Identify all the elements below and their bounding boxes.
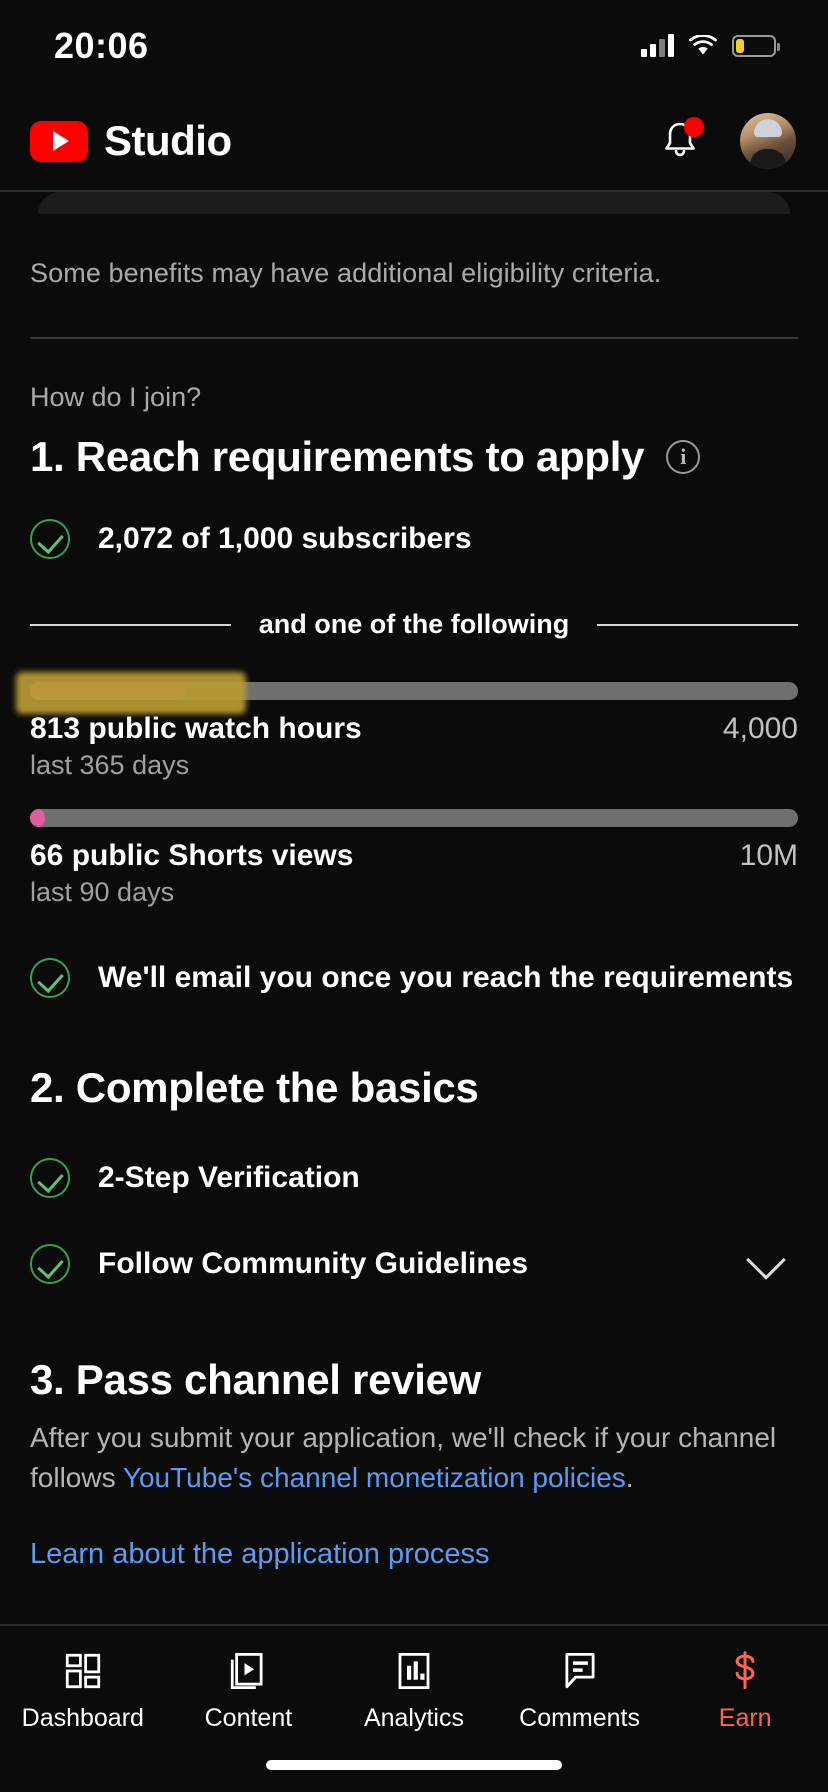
basics-item-2-step-verification[interactable]: 2-Step Verification: [30, 1158, 798, 1198]
basics-item-community-guidelines[interactable]: Follow Community Guidelines: [30, 1240, 798, 1284]
tab-label: Content: [204, 1704, 293, 1732]
avatar[interactable]: [740, 113, 796, 169]
metric-name: 813 public watch hours: [30, 712, 362, 745]
step2-title: 2. Complete the basics: [30, 1064, 479, 1111]
email-notice-row: We'll email you once you reach the requi…: [30, 958, 798, 998]
tab-dashboard[interactable]: Dashboard: [0, 1650, 166, 1733]
bell-icon[interactable]: [660, 117, 704, 163]
dashboard-grid-icon: [65, 1653, 100, 1689]
scrolled-card-edge: [38, 192, 790, 214]
battery-low-icon: [732, 35, 780, 57]
step3-title-row: 3. Pass channel review: [30, 1356, 798, 1404]
tab-content[interactable]: Content: [166, 1650, 332, 1733]
cellular-signal-icon: [641, 34, 674, 57]
benefits-note: Some benefits may have additional eligib…: [30, 258, 662, 288]
step3-description-after: .: [625, 1461, 634, 1493]
subscriber-requirement-row: 2,072 of 1,000 subscribers: [30, 519, 798, 559]
chevron-down-icon[interactable]: [746, 1240, 786, 1280]
tab-earn[interactable]: Earn: [662, 1650, 828, 1733]
one-of-following-divider: and one of the following: [30, 609, 798, 640]
tab-label: Analytics: [363, 1704, 464, 1732]
step1-title-row: 1. Reach requirements to apply i: [30, 433, 798, 481]
notification-badge: [684, 117, 704, 137]
basics-item-label: 2-Step Verification: [98, 1161, 360, 1194]
status-indicators: [641, 34, 780, 57]
progress-fill: [30, 809, 46, 827]
learn-application-process-link[interactable]: Learn about the application process: [30, 1538, 489, 1571]
metric-shorts-views-labels: 66 public Shorts views 10M: [30, 839, 798, 873]
step3-description: After you submit your application, we'll…: [30, 1418, 798, 1498]
status-time: 20:06: [54, 25, 149, 66]
bar-chart-icon: [398, 1652, 430, 1690]
check-circle-icon: [30, 1244, 70, 1284]
studio-brand[interactable]: Studio: [30, 117, 232, 165]
metric-period: last 365 days: [30, 750, 190, 780]
step1-title: 1. Reach requirements to apply: [30, 433, 645, 480]
highlighter-redaction-mark: [16, 672, 246, 714]
how-do-i-join-label: How do I join?: [30, 382, 202, 412]
tab-label: Earn: [718, 1704, 772, 1732]
metric-watch-hours-labels: 813 public watch hours 4,000: [30, 712, 798, 746]
subscriber-requirement-text: 2,072 of 1,000 subscribers: [98, 522, 472, 555]
basics-item-label: Follow Community Guidelines: [98, 1247, 529, 1280]
tab-label: Dashboard: [21, 1704, 144, 1732]
metric-goal: 4,000: [722, 712, 798, 745]
main-content: Some benefits may have additional eligib…: [0, 214, 828, 1571]
status-bar: 20:06: [0, 0, 828, 92]
metric-goal: 10M: [739, 839, 798, 872]
comment-bubble-icon: [565, 1652, 595, 1689]
progress-bar-shorts-views: [30, 809, 798, 827]
divider-line-left: [30, 623, 231, 626]
check-circle-icon: [30, 519, 70, 559]
app-title: Studio: [104, 117, 232, 164]
monetization-policies-link[interactable]: YouTube's channel monetization policies: [123, 1462, 626, 1493]
email-notice-text: We'll email you once you reach the requi…: [98, 961, 794, 994]
info-icon[interactable]: i: [666, 440, 701, 474]
step2-title-row: 2. Complete the basics: [30, 1064, 798, 1112]
step3-title: 3. Pass channel review: [30, 1356, 481, 1403]
app-header: Studio: [0, 92, 828, 190]
dollar-sign-icon: [735, 1651, 755, 1690]
metric-name: 66 public Shorts views: [30, 839, 354, 872]
wifi-icon: [688, 34, 718, 57]
check-circle-icon: [30, 1158, 70, 1198]
tab-label: Comments: [519, 1704, 641, 1732]
header-actions: [660, 113, 796, 169]
phone-screen: 20:06 Studio Some benefits may have addi…: [0, 0, 828, 1792]
metric-shorts-views: 66 public Shorts views 10M last 90 days: [30, 809, 798, 908]
home-indicator-bar[interactable]: [266, 1760, 562, 1770]
tab-comments[interactable]: Comments: [497, 1650, 663, 1733]
divider-line-right: [597, 623, 798, 626]
check-circle-icon: [30, 958, 70, 998]
one-of-following-label: and one of the following: [258, 609, 570, 639]
youtube-play-logo: [30, 120, 88, 162]
tab-analytics[interactable]: Analytics: [331, 1650, 497, 1733]
metric-period: last 90 days: [30, 877, 175, 907]
video-play-icon: [231, 1652, 263, 1690]
